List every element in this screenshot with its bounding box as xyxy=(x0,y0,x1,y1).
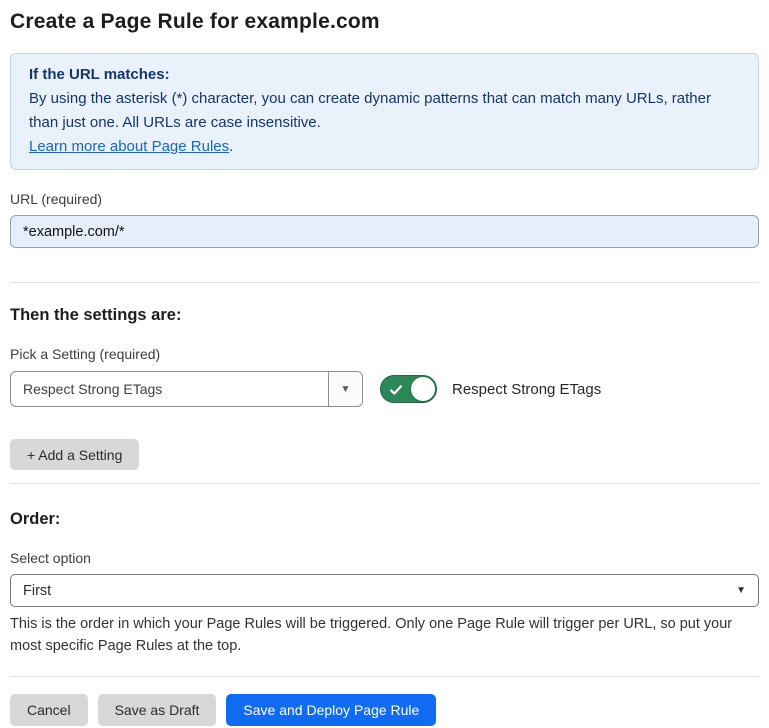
setting-select-arrow-button[interactable]: ▼ xyxy=(328,372,362,406)
order-section-heading: Order: xyxy=(10,510,759,529)
section-divider xyxy=(10,483,759,484)
cancel-button[interactable]: Cancel xyxy=(10,694,88,726)
save-as-draft-button[interactable]: Save as Draft xyxy=(98,694,217,726)
section-divider xyxy=(10,282,759,283)
page-title: Create a Page Rule for example.com xyxy=(10,10,759,34)
url-matches-info-box: If the URL matches: By using the asteris… xyxy=(10,53,759,170)
toggle-label: Respect Strong ETags xyxy=(452,381,601,398)
order-select[interactable]: First ▼ xyxy=(10,574,759,607)
info-box-link-line: Learn more about Page Rules. xyxy=(29,135,740,159)
save-and-deploy-button[interactable]: Save and Deploy Page Rule xyxy=(226,694,436,726)
section-divider xyxy=(10,676,759,677)
setting-select-value: Respect Strong ETags xyxy=(11,372,328,406)
order-select-value: First xyxy=(23,583,51,599)
info-box-body: By using the asterisk (*) character, you… xyxy=(29,87,740,135)
actions-row: Cancel Save as Draft Save and Deploy Pag… xyxy=(10,694,759,726)
order-select-label: Select option xyxy=(10,550,759,566)
check-icon xyxy=(389,383,403,397)
chevron-down-icon: ▼ xyxy=(341,384,351,395)
url-input[interactable] xyxy=(10,215,759,248)
url-field-label: URL (required) xyxy=(10,191,759,207)
settings-section-heading: Then the settings are: xyxy=(10,306,759,325)
add-setting-button[interactable]: + Add a Setting xyxy=(10,439,139,470)
chevron-down-icon: ▼ xyxy=(736,585,746,596)
toggle-knob xyxy=(411,377,435,401)
info-box-heading: If the URL matches: xyxy=(29,63,740,87)
learn-more-link[interactable]: Learn more about Page Rules xyxy=(29,138,229,155)
order-helper-text: This is the order in which your Page Rul… xyxy=(10,613,759,657)
setting-select[interactable]: Respect Strong ETags ▼ xyxy=(10,371,363,407)
setting-row: Respect Strong ETags ▼ Respect Strong ET… xyxy=(10,371,759,407)
setting-toggle-on[interactable] xyxy=(380,375,437,403)
pick-setting-label: Pick a Setting (required) xyxy=(10,346,759,362)
link-suffix: . xyxy=(229,138,233,155)
